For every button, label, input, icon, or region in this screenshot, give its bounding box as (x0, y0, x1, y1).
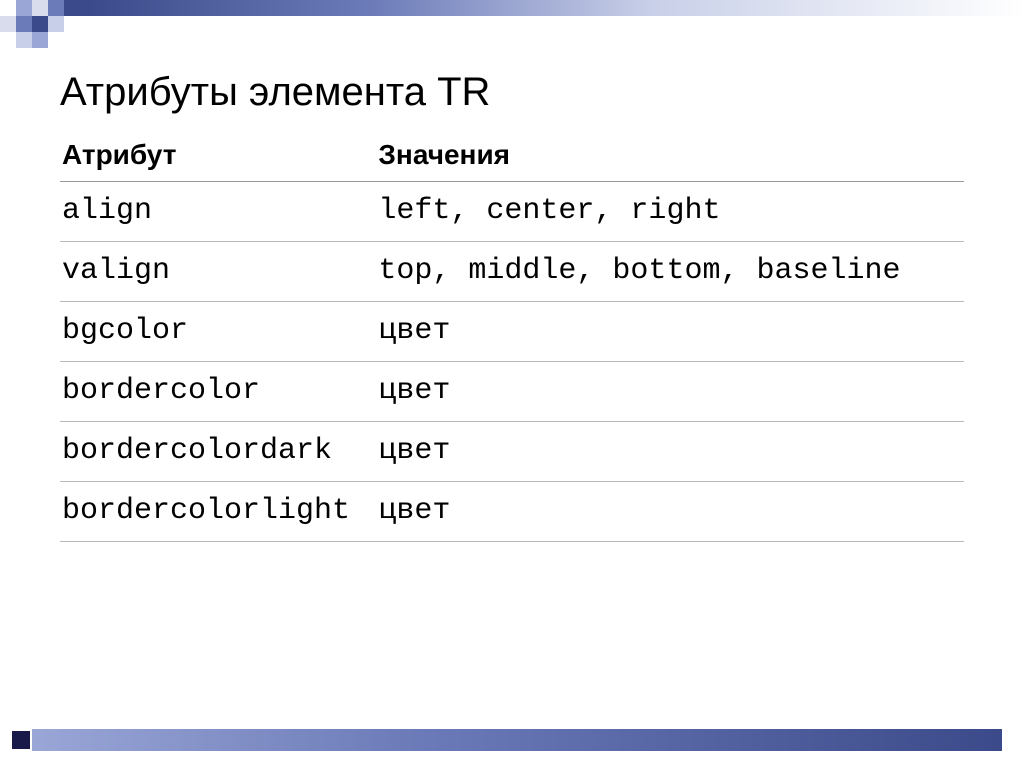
cell-attr: align (60, 182, 376, 242)
bottom-bullet-square (12, 731, 30, 749)
header-attribute: Атрибут (60, 133, 376, 182)
cell-val: цвет (376, 422, 964, 482)
table-row: bgcolor цвет (60, 302, 964, 362)
table-header-row: Атрибут Значения (60, 133, 964, 182)
header-values: Значения (376, 133, 964, 182)
slide-title: Атрибуты элемента TR (60, 70, 964, 115)
cell-attr: bordercolor (60, 362, 376, 422)
cell-val: цвет (376, 362, 964, 422)
cell-val: top, middle, bottom, baseline (376, 242, 964, 302)
cell-attr: bgcolor (60, 302, 376, 362)
table-row: bordercolordark цвет (60, 422, 964, 482)
cell-attr: valign (60, 242, 376, 302)
bottom-gradient-bar (32, 729, 1002, 751)
cell-attr: bordercolorlight (60, 482, 376, 542)
cell-attr: bordercolordark (60, 422, 376, 482)
table-row: valign top, middle, bottom, baseline (60, 242, 964, 302)
attributes-table: Атрибут Значения align left, center, rig… (60, 133, 964, 542)
table-row: bordercolor цвет (60, 362, 964, 422)
top-gradient-bar (88, 0, 1024, 16)
cell-val: цвет (376, 482, 964, 542)
table-row: align left, center, right (60, 182, 964, 242)
cell-val: left, center, right (376, 182, 964, 242)
cell-val: цвет (376, 302, 964, 362)
corner-decoration (0, 0, 90, 50)
table-row: bordercolorlight цвет (60, 482, 964, 542)
